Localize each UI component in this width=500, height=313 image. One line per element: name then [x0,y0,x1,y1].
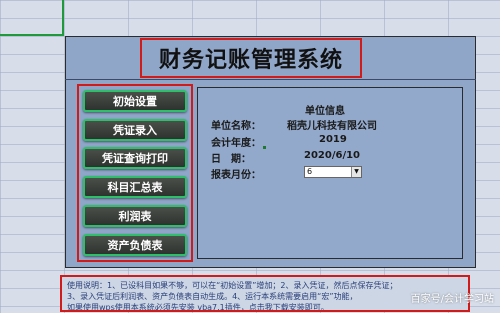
watermark-text: 百家号/会计学习站 [410,294,494,305]
account-summary-button[interactable]: 科目汇总表 [83,176,187,198]
company-name-value: 稻壳儿科技有限公司 [287,121,377,132]
app-title: 财务记账管理系统 [158,48,343,73]
usage-note-line-3: 如果使用wps使用本系统必须先安装 vba7.1插件，点击我下载安装即可。 [67,303,329,312]
initial-settings-button[interactable]: 初始设置 [83,90,187,112]
fiscal-year-label: 会计年度： [211,138,261,149]
report-month-value: 6 [307,167,313,176]
date-value: 2020/6/10 [304,150,361,161]
fiscal-year-value: 2019 [319,134,347,145]
company-info-heading: 单位信息 [305,106,345,117]
chevron-down-icon[interactable]: ▼ [351,167,361,177]
cell-marker [263,146,266,149]
company-name-label: 单位名称： [211,121,261,132]
report-month-select[interactable]: 6 ▼ [304,166,362,178]
balance-sheet-button[interactable]: 资产负债表 [83,234,187,256]
active-cell-cursor [0,0,64,36]
usage-notes-frame: 使用说明：1、已设科目如果不够，可以在“初始设置”增加；2、录入凭证，然后点保存… [60,275,470,312]
usage-note-line-1: 使用说明：1、已设科目如果不够，可以在“初始设置”增加；2、录入凭证，然后点保存… [67,281,398,290]
income-statement-button[interactable]: 利润表 [83,205,187,227]
title-divider [65,79,476,80]
title-frame: 财务记账管理系统 [140,38,362,78]
date-label: 日 期： [211,154,251,165]
report-month-label: 报表月份： [211,170,261,181]
usage-note-line-2: 3、录入凭证后利润表、资产负债表自动生成。4、运行本系统需要启用“宏”功能， [67,292,358,301]
voucher-query-print-button[interactable]: 凭证查询打印 [83,147,187,169]
voucher-entry-button[interactable]: 凭证录入 [83,119,187,141]
